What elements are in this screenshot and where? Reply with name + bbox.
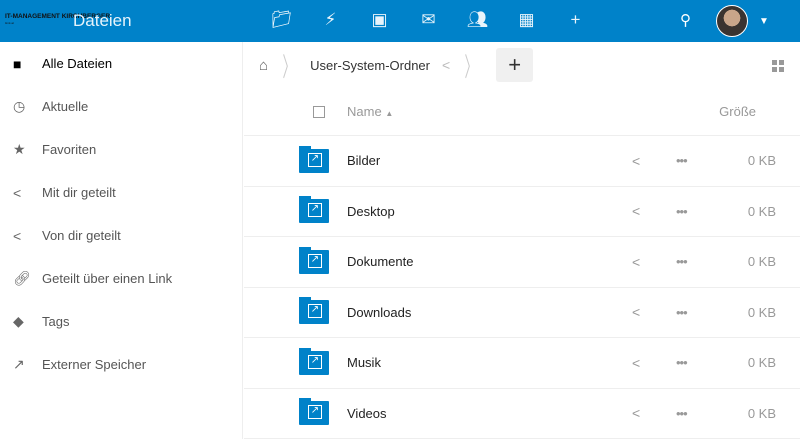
sidebar: ■ Alle Dateien ◷ Aktuelle ★ Favoriten < Mit …	[0, 42, 243, 439]
size-column-header[interactable]: Größe	[719, 104, 756, 119]
more-actions-icon[interactable]: •••	[676, 254, 688, 269]
share-icon: <	[13, 184, 22, 201]
clock-icon: ◷	[13, 98, 26, 114]
table-row[interactable]: Dokumente < ••• 0 KB	[244, 237, 800, 288]
header: IT-MANAGEMENT KIRCHBERGER itmk.at Dateien…	[0, 0, 800, 42]
share-icon[interactable]: <	[632, 304, 640, 320]
file-size: 0 KB	[747, 254, 776, 270]
file-size: 0 KB	[747, 304, 776, 320]
more-actions-icon[interactable]: •••	[676, 153, 688, 168]
sidebar-item-recent[interactable]: ◷ Aktuelle	[0, 85, 242, 128]
share-icon[interactable]: <	[632, 203, 640, 219]
chevron-down-icon[interactable]: ▼	[759, 16, 769, 27]
shared-folder-icon	[299, 145, 329, 173]
app-name: Dateien	[73, 11, 132, 30]
table-row[interactable]: Downloads < ••• 0 KB	[244, 288, 800, 338]
home-icon[interactable]: ⌂	[259, 57, 268, 74]
breadcrumb-folder[interactable]: User-System-Ordner	[310, 58, 430, 73]
link-icon: 🔗︎	[13, 270, 31, 286]
file-size: 0 KB	[747, 355, 776, 371]
more-actions-icon[interactable]: •••	[676, 305, 688, 320]
gallery-icon[interactable]: ▣	[355, 10, 404, 30]
file-list: ⌂ 〉 User-System-Ordner < 〉 + Name ▲ Größ…	[244, 42, 800, 439]
table-row[interactable]: Desktop < ••• 0 KB	[244, 187, 800, 237]
shared-folder-icon	[299, 398, 329, 426]
share-icon: <	[13, 227, 22, 244]
share-icon[interactable]: <	[632, 153, 640, 169]
more-actions-icon[interactable]: •••	[676, 204, 688, 219]
table-row[interactable]: Musik < ••• 0 KB	[244, 338, 800, 389]
app-menu: 📁︎ ⚡︎ ▣ ✉︎ 👥︎ ▦ +	[257, 10, 600, 30]
external-icon: ↗	[13, 356, 25, 372]
sort-asc-icon: ▲	[385, 109, 394, 118]
file-name[interactable]: Desktop	[347, 204, 395, 219]
folder-icon: ■	[13, 55, 22, 72]
table-row[interactable]: Videos < ••• 0 KB	[244, 389, 800, 439]
share-icon[interactable]: <	[632, 254, 640, 270]
file-name[interactable]: Downloads	[347, 305, 411, 320]
search-icon[interactable]: ⚲	[680, 11, 691, 29]
name-header-label: Name	[347, 104, 382, 119]
sidebar-item-label: Aktuelle	[42, 99, 89, 114]
select-all-checkbox[interactable]	[313, 105, 325, 118]
new-button[interactable]: +	[496, 48, 534, 82]
table-row[interactable]: Bilder < ••• 0 KB	[244, 136, 800, 187]
mail-icon[interactable]: ✉︎	[404, 10, 453, 30]
sidebar-item-label: Mit dir geteilt	[42, 185, 116, 200]
sidebar-item-shared-by-link[interactable]: 🔗︎ Geteilt über einen Link	[0, 257, 242, 300]
file-size: 0 KB	[747, 405, 776, 421]
shared-folder-icon	[299, 347, 329, 375]
more-actions-icon[interactable]: •••	[676, 406, 688, 421]
sidebar-item-all-files[interactable]: ■ Alle Dateien	[0, 42, 242, 85]
file-name[interactable]: Musik	[347, 355, 381, 370]
more-actions-icon[interactable]: •••	[676, 355, 688, 370]
file-name[interactable]: Videos	[347, 406, 387, 421]
contacts-icon[interactable]: 👥︎	[453, 10, 502, 30]
file-name[interactable]: Bilder	[347, 153, 380, 168]
sidebar-item-tags[interactable]: ◆ Tags	[0, 300, 242, 343]
star-icon: ★	[13, 141, 26, 157]
files-icon[interactable]: 📁︎	[257, 10, 306, 30]
avatar[interactable]	[716, 5, 748, 37]
sidebar-item-shared-with-you[interactable]: < Mit dir geteilt	[0, 171, 242, 214]
share-icon[interactable]: <	[442, 57, 450, 73]
tag-icon: ◆	[13, 313, 24, 329]
sidebar-item-label: Tags	[42, 314, 70, 329]
grid-view-icon[interactable]	[772, 60, 784, 72]
sidebar-item-external-storage[interactable]: ↗ Externer Speicher	[0, 343, 242, 386]
calendar-icon[interactable]: ▦	[502, 10, 551, 30]
name-column-header[interactable]: Name ▲	[347, 104, 393, 119]
shared-folder-icon	[299, 297, 329, 325]
sidebar-item-label: Geteilt über einen Link	[42, 271, 173, 286]
file-name[interactable]: Dokumente	[347, 254, 413, 269]
sidebar-item-label: Favoriten	[42, 142, 97, 157]
shared-folder-icon	[299, 196, 329, 224]
sidebar-item-label: Alle Dateien	[42, 56, 113, 71]
file-size: 0 KB	[747, 153, 776, 169]
sidebar-item-label: Externer Speicher	[42, 357, 147, 372]
breadcrumb-separator: 〉	[282, 51, 296, 82]
add-app-icon[interactable]: +	[551, 10, 600, 30]
file-size: 0 KB	[747, 203, 776, 219]
breadcrumb: ⌂ 〉 User-System-Ordner < 〉 +	[244, 42, 800, 88]
sidebar-item-label: Von dir geteilt	[42, 228, 121, 243]
table-header: Name ▲ Größe	[244, 88, 800, 136]
shared-folder-icon	[299, 246, 329, 274]
activity-icon[interactable]: ⚡︎	[306, 10, 355, 30]
share-icon[interactable]: <	[632, 355, 640, 371]
sidebar-item-favorites[interactable]: ★ Favoriten	[0, 128, 242, 171]
share-icon[interactable]: <	[632, 405, 640, 421]
breadcrumb-separator: 〉	[464, 51, 478, 82]
sidebar-item-shared-by-you[interactable]: < Von dir geteilt	[0, 214, 242, 257]
